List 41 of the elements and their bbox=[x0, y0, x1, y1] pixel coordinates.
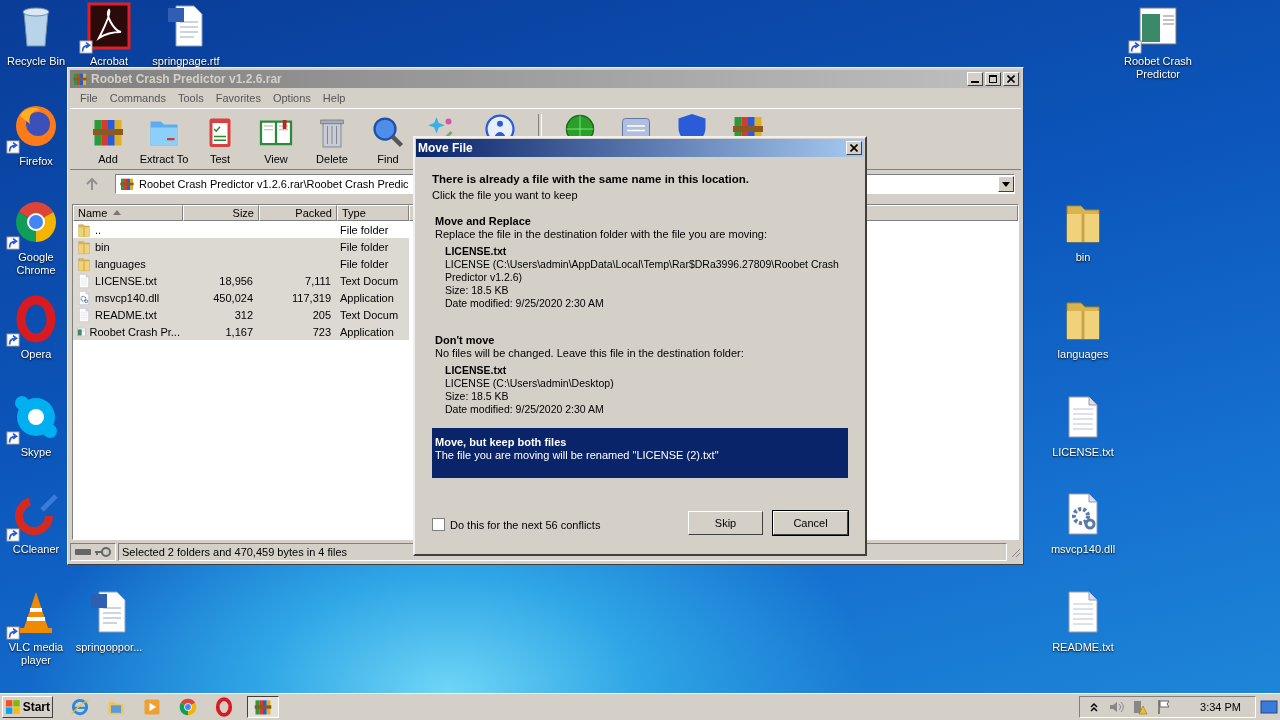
table-cell: File folder bbox=[340, 223, 389, 236]
table-cell: 723 bbox=[312, 325, 331, 338]
table-cell: File folder bbox=[340, 240, 389, 253]
table-cell: 7,111 bbox=[305, 274, 331, 287]
table-cell: Text Docum bbox=[340, 308, 399, 321]
file-name: bin bbox=[95, 240, 110, 253]
table-cell: 117,319 bbox=[292, 291, 331, 304]
option-description: Replace the file in the destination folder with the file you are moving: bbox=[435, 228, 769, 241]
table-cell: 1,167 bbox=[225, 325, 253, 338]
file-detail: Date modified: 9/25/2020 2:30 AM bbox=[445, 403, 605, 416]
file-name: LICENSE.txt bbox=[445, 364, 508, 377]
option-description: No files will be changed. Leave this file in the destination folder: bbox=[435, 347, 745, 360]
file-detail: LICENSE (C:\Users\admin\Desktop) bbox=[445, 377, 615, 390]
table-cell: Application bbox=[340, 325, 394, 338]
file-detail: Size: 18.5 KB bbox=[445, 284, 510, 297]
option-description: The file you are moving will be renamed "LICENSE (2).txt" bbox=[435, 449, 720, 462]
file-detail: LICENSE (C:\Users\admin\AppData\Local\Temp\Rar$DRa3996.27809\Roobet Crash Predictor v1.2.6) bbox=[445, 258, 840, 284]
table-cell: Text Docum bbox=[340, 274, 399, 287]
table-cell: 450,024 bbox=[213, 291, 253, 304]
table-cell: 312 bbox=[234, 308, 253, 321]
dialog-title: Move File bbox=[418, 141, 473, 155]
dialog-heading: There is already a file with the same name in this location. bbox=[432, 173, 750, 186]
file-name: LICENSE.txt bbox=[445, 245, 508, 258]
file-name: README.txt bbox=[95, 308, 157, 321]
table-cell: File folder bbox=[340, 257, 389, 270]
option-title: Move, but keep both files bbox=[435, 436, 568, 449]
table-cell: 205 bbox=[312, 308, 331, 321]
address-text: Roobet Crash Predictor v1.2.6.rar\Roobet Crash Predic bbox=[139, 178, 409, 190]
file-detail: Size: 18.5 KB bbox=[445, 390, 510, 403]
file-name: languages bbox=[95, 257, 146, 270]
option-title: Don't move bbox=[435, 334, 496, 347]
file-name: LICENSE.txt bbox=[95, 274, 157, 287]
table-cell: 18,956 bbox=[219, 274, 253, 287]
dialog-text: Click the file you want to keep bbox=[432, 189, 579, 202]
table-cell: Application bbox=[340, 291, 394, 304]
window-title: Roobet Crash Predictor v1.2.6.rar bbox=[91, 72, 283, 86]
file-name: Roobet Crash Pr... bbox=[89, 325, 180, 338]
file-name: msvcp140.dll bbox=[95, 291, 160, 304]
file-name: .. bbox=[95, 223, 102, 236]
file-detail: Date modified: 9/25/2020 2:30 AM bbox=[445, 297, 605, 310]
option-title: Move and Replace bbox=[435, 215, 532, 228]
